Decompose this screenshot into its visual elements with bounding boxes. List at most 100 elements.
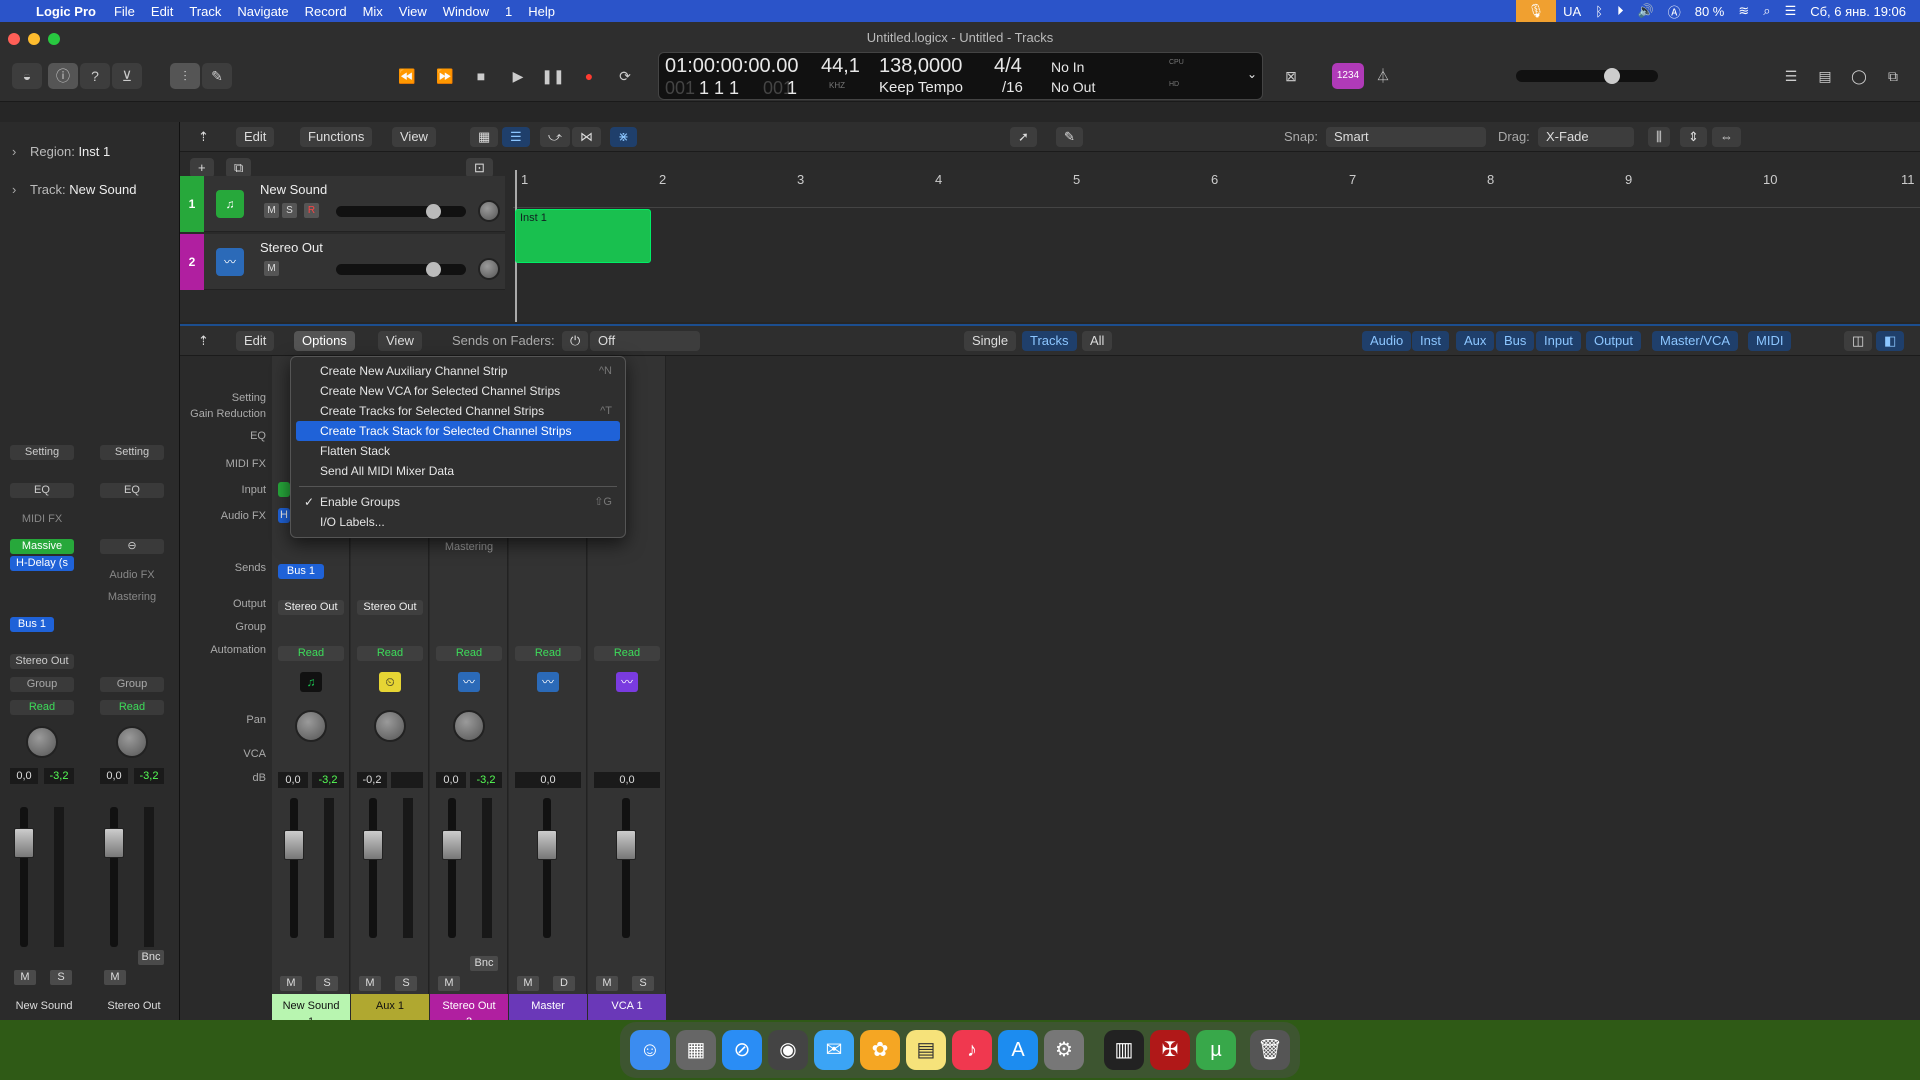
strip1-midifx[interactable]: MIDI FX bbox=[10, 512, 74, 527]
strip-fader-cap[interactable] bbox=[284, 830, 304, 860]
tracks-view-menu[interactable]: View bbox=[392, 127, 436, 147]
filter-audio[interactable]: Audio bbox=[1362, 331, 1412, 351]
strip-volume[interactable]: 0,0 bbox=[594, 772, 660, 788]
track-pan-knob[interactable] bbox=[478, 200, 500, 222]
strip-automation[interactable]: Read bbox=[515, 646, 581, 661]
ruler[interactable]: 1 2 3 4 5 6 7 8 9 10 11 bbox=[513, 170, 1920, 208]
catch-icon[interactable]: ⇡ bbox=[190, 127, 217, 147]
mixer-options-menu[interactable]: Options bbox=[294, 331, 355, 351]
input-language[interactable]: UA bbox=[1556, 4, 1588, 19]
waveform-icon[interactable]: 〰 bbox=[537, 672, 559, 692]
strip-volume[interactable]: 0,0 bbox=[436, 772, 466, 788]
strip-mute[interactable]: M bbox=[596, 976, 618, 991]
mixer-edit-menu[interactable]: Edit bbox=[236, 331, 275, 351]
strip-automation[interactable]: Read bbox=[594, 646, 660, 661]
filter-master-vca[interactable]: Master/VCA bbox=[1652, 331, 1739, 351]
editors-icon[interactable]: ✎ bbox=[202, 63, 232, 89]
menu-view[interactable]: View bbox=[391, 4, 435, 19]
sends-on-faders-select[interactable]: Off bbox=[590, 331, 700, 351]
strip-solo[interactable]: S bbox=[632, 976, 654, 991]
strip-output[interactable]: Stereo Out bbox=[357, 600, 423, 615]
strip1-send[interactable]: Bus 1 bbox=[10, 617, 54, 632]
view-single[interactable]: Single bbox=[964, 331, 1017, 351]
strip-name-bar[interactable]: Aux 1 bbox=[351, 994, 429, 1020]
battery-percent[interactable]: 80 % bbox=[1688, 4, 1732, 19]
track-solo[interactable]: S bbox=[282, 203, 297, 218]
strip2-bounce[interactable]: Bnc bbox=[138, 950, 164, 965]
strip2-pan-knob[interactable] bbox=[116, 726, 148, 758]
track-record[interactable]: R bbox=[304, 203, 319, 218]
loop-browser-icon[interactable]: ◯ bbox=[1844, 63, 1874, 89]
add-track-icon[interactable]: + bbox=[190, 158, 214, 178]
strip-volume[interactable]: 0,0 bbox=[515, 772, 581, 788]
duplicate-track-icon[interactable]: ⧉ bbox=[226, 158, 252, 178]
menu-help[interactable]: Help bbox=[520, 4, 563, 19]
track-row[interactable]: 1 ♫ New Sound M S R bbox=[180, 176, 505, 232]
lcd-dropdown-icon[interactable]: ⌄ bbox=[1247, 67, 1257, 81]
strip2-mute[interactable]: M bbox=[104, 970, 126, 985]
strip-mute[interactable]: M bbox=[517, 976, 539, 991]
menu-file[interactable]: File bbox=[106, 4, 143, 19]
strip-mastering[interactable]: Mastering bbox=[436, 540, 502, 555]
keyboard-icon[interactable]: Ⓐ bbox=[1661, 2, 1688, 21]
menu-item-create-vca[interactable]: Create New VCA for Selected Channel Stri… bbox=[296, 381, 620, 401]
strip-volume[interactable]: -0,2 bbox=[357, 772, 387, 788]
menu-item-flatten-stack[interactable]: Flatten Stack bbox=[296, 441, 620, 461]
view-all[interactable]: All bbox=[1082, 331, 1113, 351]
global-tracks-icon[interactable]: ⊡ bbox=[466, 158, 493, 178]
cycle-icon[interactable]: ⟳ bbox=[610, 63, 640, 89]
logic-pro-icon[interactable]: ◉ bbox=[768, 1030, 808, 1070]
stop-icon[interactable]: ■ bbox=[466, 63, 496, 89]
browser-icon[interactable]: ⧉ bbox=[1878, 63, 1908, 89]
track-mute[interactable]: M bbox=[264, 261, 279, 276]
strip2-audiofx[interactable]: Audio FX bbox=[100, 568, 164, 583]
bluetooth-icon[interactable]: ᛒ bbox=[1588, 4, 1610, 19]
strip2-setting[interactable]: Setting bbox=[100, 445, 164, 460]
strip-fader-track[interactable] bbox=[448, 798, 456, 938]
track-mute[interactable]: M bbox=[264, 203, 279, 218]
menu-1[interactable]: 1 bbox=[497, 4, 520, 19]
strip-solo[interactable]: S bbox=[395, 976, 417, 991]
strip1-pan-knob[interactable] bbox=[26, 726, 58, 758]
menu-mix[interactable]: Mix bbox=[355, 4, 391, 19]
strip-name-bar[interactable]: Master bbox=[509, 994, 587, 1020]
pause-icon[interactable]: ❚❚ bbox=[538, 63, 568, 89]
utorrent-icon[interactable]: µ bbox=[1196, 1030, 1236, 1070]
record-icon[interactable]: ● bbox=[574, 63, 604, 89]
menu-window[interactable]: Window bbox=[435, 4, 497, 19]
control-center-icon[interactable]: ☰ bbox=[1778, 3, 1804, 19]
strip1-solo[interactable]: S bbox=[50, 970, 72, 985]
waveform-zoom-icon[interactable]: ⫼ bbox=[1648, 127, 1670, 147]
strip2-automation[interactable]: Read bbox=[100, 700, 164, 715]
midi-region[interactable]: Inst 1 bbox=[515, 209, 651, 263]
strip-pan-knob[interactable] bbox=[374, 710, 406, 742]
vca-icon[interactable]: 〰 bbox=[616, 672, 638, 692]
track-name[interactable]: Stereo Out bbox=[260, 240, 323, 255]
strip1-mute[interactable]: M bbox=[14, 970, 36, 985]
tracks-edit-menu[interactable]: Edit bbox=[236, 127, 275, 147]
quick-help-icon[interactable]: ? bbox=[80, 63, 110, 89]
track-volume-slider[interactable] bbox=[336, 262, 466, 277]
strip1-setting[interactable]: Setting bbox=[10, 445, 74, 460]
horizontal-zoom-icon[interactable]: ⇔ bbox=[1712, 127, 1741, 147]
snap-select[interactable]: Smart bbox=[1326, 127, 1486, 147]
strip-mute[interactable]: M bbox=[280, 976, 302, 991]
strip-fader-track[interactable] bbox=[290, 798, 298, 938]
strip-solo[interactable]: S bbox=[316, 976, 338, 991]
menu-navigate[interactable]: Navigate bbox=[229, 4, 296, 19]
strip-mute[interactable]: M bbox=[359, 976, 381, 991]
filter-input[interactable]: Input bbox=[1536, 331, 1581, 351]
track-volume-knob[interactable] bbox=[426, 204, 441, 219]
count-in-button[interactable]: 1234 bbox=[1332, 63, 1364, 89]
metronome-icon[interactable]: ⏃ bbox=[1368, 63, 1398, 89]
menu-item-create-tracks[interactable]: Create Tracks for Selected Channel Strip… bbox=[296, 401, 620, 421]
filter-inst[interactable]: Inst bbox=[1412, 331, 1449, 351]
narrow-view-icon[interactable]: ◫ bbox=[1844, 331, 1873, 351]
music-icon[interactable]: ♪ bbox=[952, 1030, 992, 1070]
finder-icon[interactable]: ☺ bbox=[630, 1030, 670, 1070]
strip2-group[interactable]: Group bbox=[100, 677, 164, 692]
notes-icon[interactable]: ▤ bbox=[906, 1030, 946, 1070]
photos-icon[interactable]: ✿ bbox=[860, 1030, 900, 1070]
inspector-region-row[interactable]: › Region: Inst 1 bbox=[0, 137, 180, 167]
mail-icon[interactable]: ✉ bbox=[814, 1030, 854, 1070]
